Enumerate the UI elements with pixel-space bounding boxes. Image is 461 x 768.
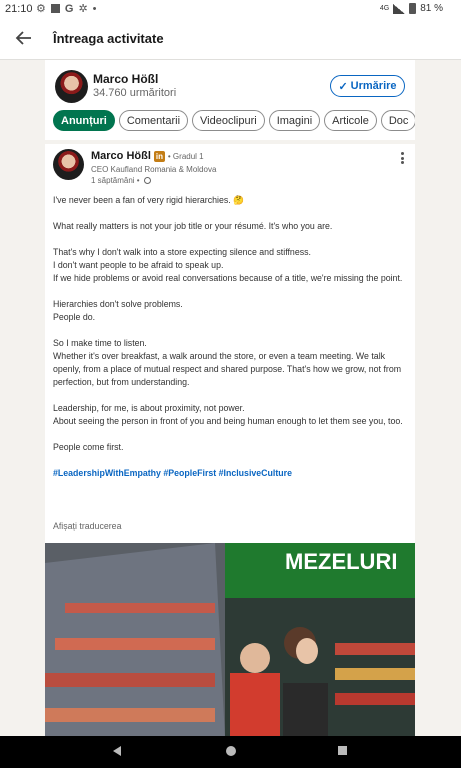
- follow-button[interactable]: ✓ Urmărire: [330, 75, 405, 97]
- post-age: 1 săptămâni •: [91, 176, 140, 185]
- store-sign: MEZELURI: [285, 549, 397, 574]
- post-paragraph: So I make time to listen. Whether it's o…: [53, 338, 402, 387]
- author-name[interactable]: Marco Hößl: [91, 150, 151, 162]
- author-headline: CEO Kaufland Romania & Moldova: [91, 165, 217, 174]
- check-icon: ✓: [338, 80, 348, 93]
- post-paragraph: I've never been a fan of very rigid hier…: [53, 195, 245, 205]
- system-back-icon[interactable]: [113, 746, 121, 756]
- post-card: Marco Hößl in • Gradul 1 CEO Kaufland Ro…: [45, 144, 415, 736]
- tab-articles[interactable]: Articole: [324, 110, 377, 131]
- app-bar: Întreaga activitate: [0, 18, 461, 60]
- linkedin-notification-icon: [50, 4, 60, 13]
- network-type: 4G: [379, 5, 390, 12]
- tab-images[interactable]: Imagini: [268, 110, 321, 131]
- connection-degree: • Gradul 1: [167, 151, 204, 161]
- back-arrow-icon[interactable]: [14, 28, 34, 48]
- battery-level: 81 %: [420, 3, 443, 14]
- system-recents-icon[interactable]: [338, 746, 347, 755]
- show-translation-link[interactable]: Afișați traducerea: [53, 521, 121, 531]
- more-notifications-icon: •: [92, 2, 97, 15]
- status-time: 21:10: [5, 3, 33, 15]
- status-bar: 21:10 ⚙ G ✲ • 4G 81 %: [0, 0, 461, 18]
- more-options-icon[interactable]: [401, 152, 405, 166]
- system-home-icon[interactable]: [226, 746, 236, 756]
- post-paragraph: What really matters is not your job titl…: [53, 221, 333, 231]
- tab-comments[interactable]: Comentarii: [118, 110, 189, 131]
- post-paragraph: Leadership, for me, is about proximity, …: [53, 403, 403, 426]
- profile-header: Marco Hößl 34.760 urmăritori ✓ Urmărire …: [45, 60, 415, 140]
- linkedin-premium-icon: in: [153, 150, 165, 162]
- tab-documents[interactable]: Doc: [380, 110, 415, 131]
- notification-icons: ⚙ G ✲ •: [36, 2, 97, 16]
- tab-posts[interactable]: Anunțuri: [53, 110, 115, 131]
- author-avatar[interactable]: [53, 149, 84, 180]
- google-icon: G: [64, 2, 74, 15]
- post-paragraph: People come first.: [53, 442, 124, 452]
- battery-icon: [409, 3, 417, 14]
- globe-icon: [143, 177, 151, 184]
- tab-videos[interactable]: Videoclipuri: [192, 110, 265, 131]
- settings-icon: ⚙: [36, 3, 46, 15]
- profile-name[interactable]: Marco Hößl: [93, 72, 158, 86]
- activity-tabs: Anunțuri Comentarii Videoclipuri Imagini…: [53, 110, 415, 131]
- app-notification-icon: ✲: [78, 3, 88, 15]
- follower-count: 34.760 urmăritori: [93, 87, 177, 99]
- author-line[interactable]: Marco Hößl in • Gradul 1: [91, 150, 204, 162]
- post-text: I've never been a fan of very rigid hier…: [53, 194, 407, 493]
- follow-button-label: Urmărire: [350, 80, 397, 92]
- system-navigation-bar: [0, 736, 461, 768]
- post-paragraph: Hierarchies don't solve problems. People…: [53, 299, 183, 322]
- post-image[interactable]: MEZELURI: [45, 543, 415, 736]
- post-paragraph: That's why I don't walk into a store exp…: [53, 247, 403, 283]
- post-time: 1 săptămâni •: [91, 176, 151, 185]
- profile-avatar[interactable]: [55, 70, 88, 103]
- page-title: Întreaga activitate: [53, 31, 164, 46]
- signal-icon: [393, 3, 406, 14]
- post-hashtags[interactable]: #LeadershipWithEmpathy #PeopleFirst #Inc…: [53, 467, 407, 480]
